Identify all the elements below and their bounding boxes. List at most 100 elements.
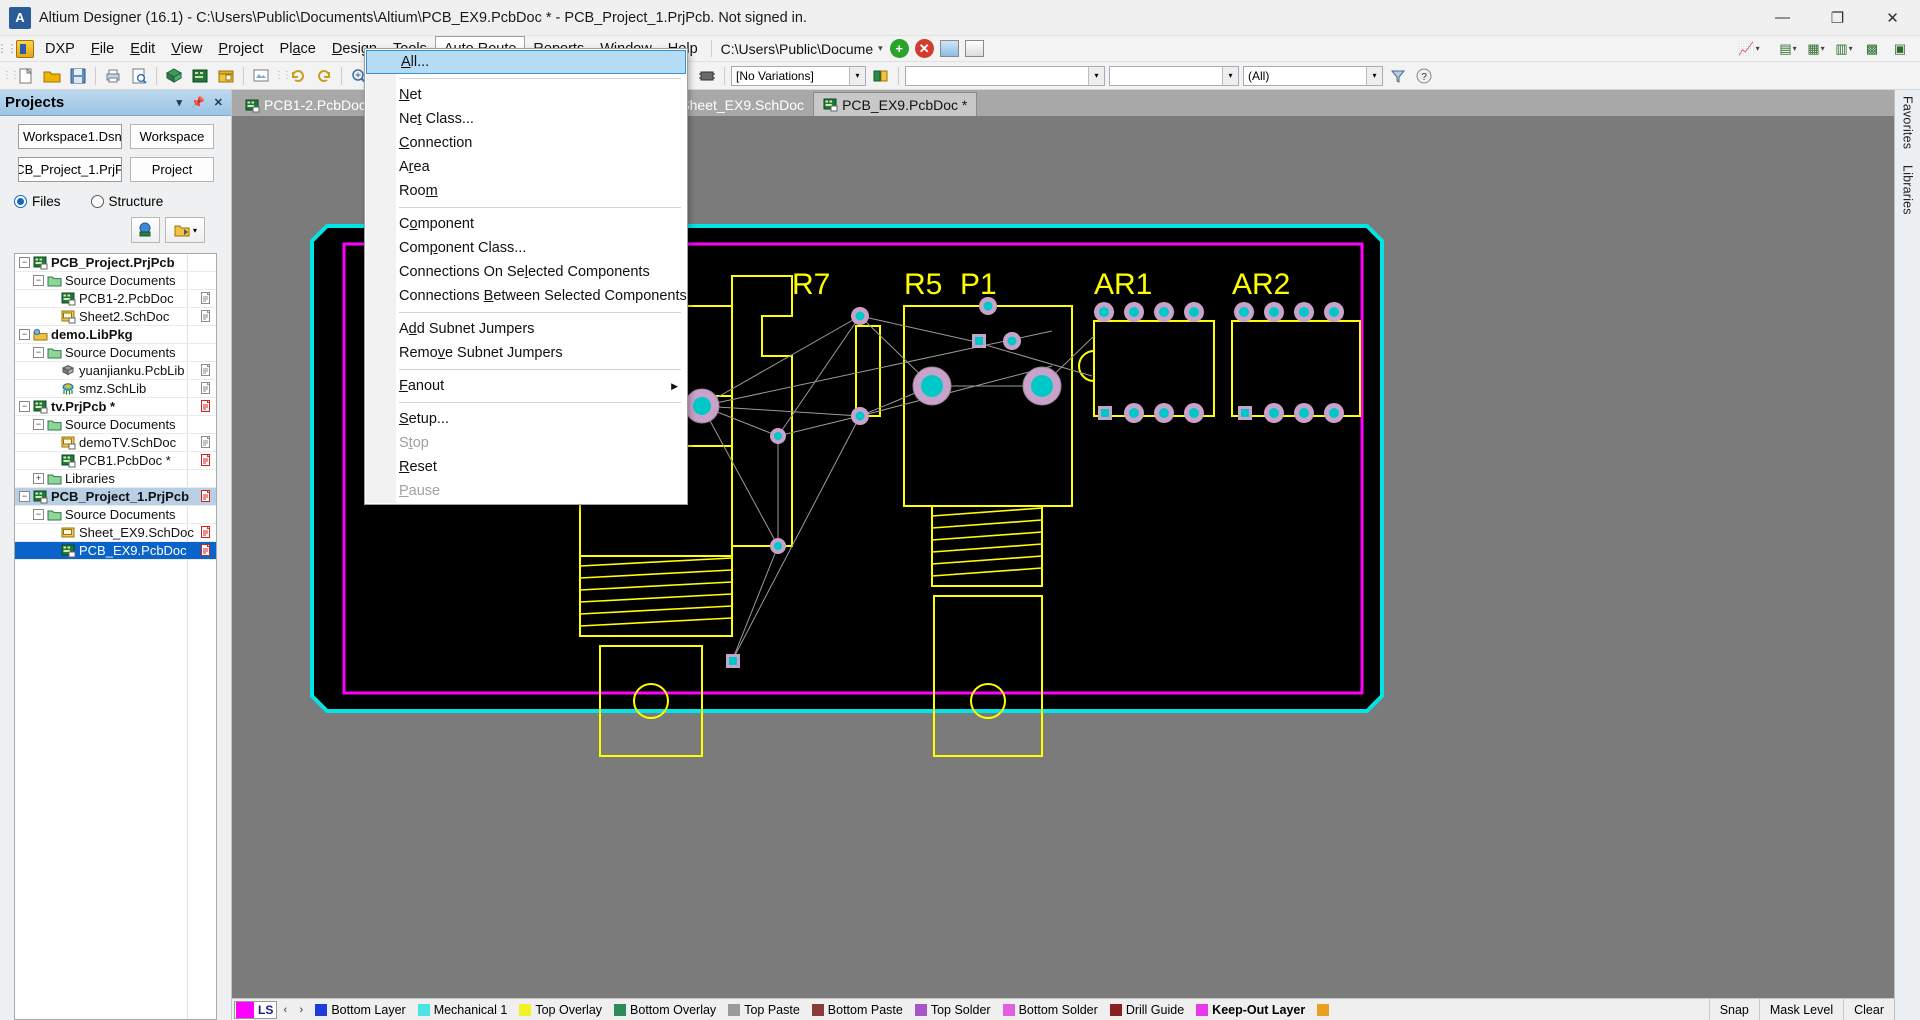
menu-item-net-class[interactable]: Net Class... <box>365 107 687 131</box>
undo-icon[interactable] <box>286 64 310 88</box>
menu-item-area[interactable]: Area <box>365 155 687 179</box>
layer-tab[interactable]: Top Overlay <box>513 1003 608 1017</box>
menu-item-component[interactable]: Component <box>365 212 687 236</box>
tree-item[interactable]: Sheet2.SchDoc <box>15 308 216 326</box>
layer-set-selector[interactable]: LS <box>234 1000 278 1019</box>
save-icon[interactable] <box>66 64 90 88</box>
menu-item-connections-between-selected-components[interactable]: Connections Between Selected Components <box>365 284 687 308</box>
filter-combo-2[interactable]: ▾ <box>1109 65 1239 86</box>
redo-icon[interactable] <box>312 64 336 88</box>
remove-button[interactable]: ✕ <box>914 39 934 58</box>
menu-item-net[interactable]: Net <box>365 83 687 107</box>
layer-tab[interactable]: Bottom Layer <box>309 1003 411 1017</box>
menu-item-component-class[interactable]: Component Class... <box>365 236 687 260</box>
tree-expander[interactable]: − <box>33 275 44 286</box>
tree-item[interactable]: − Source Documents <box>15 506 216 524</box>
menu-item-reset[interactable]: Reset <box>365 455 687 479</box>
component-place-icon[interactable] <box>695 64 719 88</box>
tree-item[interactable]: − PCB_Project_1.PrjPcb <box>15 488 216 506</box>
tree-item[interactable]: yuanjianku.PcbLib <box>15 362 216 380</box>
tree-item[interactable]: − Source Documents <box>15 344 216 362</box>
tree-item[interactable]: − Source Documents <box>15 272 216 290</box>
menu-item-room[interactable]: Room <box>365 179 687 203</box>
tree-item[interactable]: PCB_EX9.PcbDoc <box>15 542 216 560</box>
tree-expander[interactable]: − <box>19 491 30 502</box>
clear-cell[interactable]: Clear <box>1843 998 1894 1020</box>
dock-item-libraries[interactable]: Libraries <box>1901 165 1915 215</box>
workspace-button[interactable]: Workspace <box>130 124 214 149</box>
menu-dxp[interactable]: DXP <box>37 36 83 61</box>
close-button[interactable]: ✕ <box>1865 0 1920 36</box>
menu-project[interactable]: Project <box>210 36 271 61</box>
tree-expander[interactable]: − <box>19 401 30 412</box>
filter-combo[interactable]: ▾ <box>905 65 1105 86</box>
close-icon[interactable]: ✕ <box>214 96 223 109</box>
layer-tab[interactable] <box>1311 1003 1339 1016</box>
project-combo[interactable]: PCB_Project_1.PrjPcb <box>18 157 122 182</box>
tree-item[interactable]: − Source Documents <box>15 416 216 434</box>
menu-item-fanout[interactable]: Fanout ▶ <box>365 374 687 398</box>
compile-project-icon[interactable] <box>131 217 160 243</box>
board-icon[interactable]: ▥ ▾ <box>1832 39 1856 59</box>
layers-icon[interactable]: ▩ <box>1860 39 1884 59</box>
layer-tab[interactable]: Bottom Paste <box>806 1003 909 1017</box>
menu-item-add-subnet-jumpers[interactable]: Add Subnet Jumpers <box>365 317 687 341</box>
document-options-icon[interactable] <box>249 64 273 88</box>
menu-place[interactable]: Place <box>272 36 324 61</box>
scope-combo[interactable]: (All) ▾ <box>1243 65 1383 86</box>
tree-item[interactable]: − PCB_Project.PrjPcb <box>15 254 216 272</box>
open-project-icon[interactable]: ▾ <box>165 217 205 243</box>
pin-icon[interactable]: 📌 <box>191 96 205 109</box>
layer-tab[interactable]: Top Solder <box>909 1003 997 1017</box>
layer-tab[interactable]: Mechanical 1 <box>412 1003 514 1017</box>
document-tab[interactable]: PCB1-2.PcbDoc <box>236 94 375 116</box>
workspace-combo[interactable]: Workspace1.DsnWrk ▾ <box>18 124 122 149</box>
tree-item[interactable]: − demo.LibPkg <box>15 326 216 344</box>
clear-filter-icon[interactable] <box>1386 64 1410 88</box>
pcb-view-icon[interactable]: ▤ ▾ <box>1776 39 1800 59</box>
tree-item[interactable]: demoTV.SchDoc <box>15 434 216 452</box>
tree-item[interactable]: − tv.PrjPcb * <box>15 398 216 416</box>
tree-item[interactable]: + Libraries <box>15 470 216 488</box>
mask-level-cell[interactable]: Mask Level <box>1758 998 1843 1020</box>
radio-structure[interactable]: Structure <box>90 194 163 209</box>
toolbar-grip-1[interactable]: ⋮⋮ <box>2 70 20 81</box>
print-icon[interactable] <box>101 64 125 88</box>
menu-item-connections-on-selected-components[interactable]: Connections On Selected Components <box>365 260 687 284</box>
new-document-icon[interactable] <box>14 64 38 88</box>
layer-next-button[interactable]: › <box>293 1004 309 1016</box>
layer-tab[interactable]: Keep-Out Layer <box>1190 1003 1311 1017</box>
help-icon[interactable]: ? <box>1412 64 1436 88</box>
tree-expander[interactable]: − <box>19 257 30 268</box>
tree-item[interactable]: PCB1.PcbDoc * <box>15 452 216 470</box>
tree-expander[interactable]: − <box>33 509 44 520</box>
minimize-button[interactable]: — <box>1755 0 1810 36</box>
grid-icon[interactable]: ▦ ▾ <box>1804 39 1828 59</box>
snap-cell[interactable]: Snap <box>1708 998 1759 1020</box>
path-combo[interactable]: C:\Users\Public\Docume ▾ <box>717 36 887 61</box>
radio-files[interactable]: Files <box>14 194 61 209</box>
chart-icon[interactable]: 📈 ▾ <box>1737 39 1761 59</box>
menu-item-connection[interactable]: Connection <box>365 131 687 155</box>
tree-expander[interactable]: − <box>33 419 44 430</box>
add-button[interactable]: + <box>889 39 909 58</box>
tree-item[interactable]: PCB1-2.PcbDoc <box>15 290 216 308</box>
tree-item[interactable]: Sheet_EX9.SchDoc <box>15 524 216 542</box>
toolbar-grip-2[interactable]: ⋮⋮ <box>274 70 292 81</box>
project-button[interactable]: Project <box>130 157 214 182</box>
open-folder-icon[interactable] <box>40 64 64 88</box>
tree-expander[interactable]: − <box>33 347 44 358</box>
menu-item-all[interactable]: All... <box>366 50 686 74</box>
menu-edit[interactable]: Edit <box>122 36 163 61</box>
open-doc-icon[interactable] <box>939 40 959 57</box>
layer-tab[interactable]: Drill Guide <box>1104 1003 1190 1017</box>
variation-combo[interactable]: [No Variations] ▾ <box>731 65 866 86</box>
panel-icon[interactable]: ▣ <box>1888 39 1912 59</box>
save-doc-icon[interactable] <box>964 40 984 57</box>
pcb-board-icon[interactable] <box>188 64 212 88</box>
menu-file[interactable]: File <box>83 36 122 61</box>
project-tree[interactable]: − PCB_Project.PrjPcb − Source Documents PCB1… <box>14 253 217 1020</box>
layer-tab[interactable]: Bottom Solder <box>997 1003 1104 1017</box>
tree-expander[interactable]: − <box>19 329 30 340</box>
layer-tab[interactable]: Bottom Overlay <box>608 1003 722 1017</box>
